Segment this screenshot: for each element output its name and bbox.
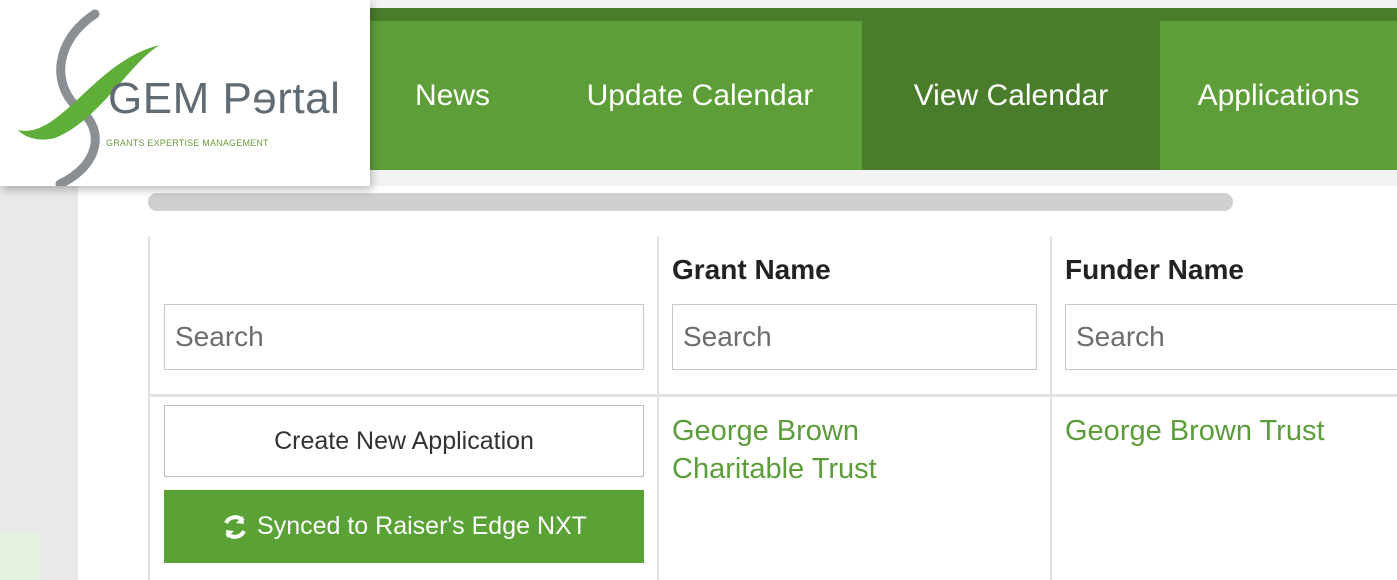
table-column-divider — [1050, 236, 1052, 580]
logo-title: GEM Pɘrtal — [108, 74, 341, 123]
funder-name-link[interactable]: George Brown Trust — [1065, 412, 1325, 450]
table-header-divider — [148, 394, 1397, 397]
nav-item-update-calendar[interactable]: Update Calendar — [550, 21, 850, 170]
grant-name-line: Charitable Trust — [672, 453, 877, 485]
logo[interactable]: GEM Pɘrtal GRANTS EXPERTISE MANAGEMENT — [0, 0, 370, 186]
create-new-application-button[interactable]: Create New Application — [164, 405, 644, 477]
background-accent — [0, 532, 40, 580]
nav-item-applications[interactable]: Applications — [1160, 21, 1397, 170]
search-input-funder-name[interactable] — [1065, 304, 1397, 370]
search-input-actions[interactable] — [164, 304, 644, 370]
button-label: Create New Application — [274, 426, 534, 455]
table-column-divider — [657, 236, 659, 580]
nav-item-label: View Calendar — [913, 78, 1109, 112]
nav-item-label: Update Calendar — [586, 78, 814, 112]
grant-name-line: George Brown — [672, 415, 859, 447]
search-input-grant-name[interactable] — [672, 304, 1037, 370]
nav-item-view-calendar[interactable]: View Calendar — [862, 21, 1160, 170]
table-border-left — [148, 236, 150, 580]
nav-item-news[interactable]: News — [370, 21, 535, 170]
nav-item-label: Applications — [1197, 78, 1360, 112]
column-header-funder-name[interactable]: Funder Name — [1065, 254, 1244, 286]
horizontal-scrollbar[interactable] — [148, 193, 1233, 211]
main-nav: News Update Calendar View Calendar Appli… — [370, 8, 1397, 170]
grant-name-link[interactable]: George Brown Charitable Trust — [672, 412, 877, 488]
button-label: Synced to Raiser's Edge NXT — [257, 512, 587, 540]
nav-item-label: News — [414, 78, 490, 112]
synced-raisers-edge-button[interactable]: Synced to Raiser's Edge NXT — [164, 490, 644, 563]
column-header-grant-name[interactable]: Grant Name — [672, 254, 831, 286]
logo-subtitle: GRANTS EXPERTISE MANAGEMENT — [106, 138, 269, 148]
sync-icon — [224, 514, 246, 539]
